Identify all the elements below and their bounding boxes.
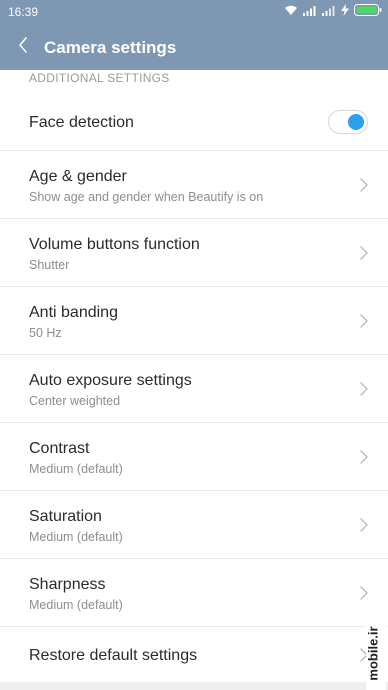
chevron-right-icon: [360, 178, 368, 192]
setting-saturation[interactable]: Saturation Medium (default): [0, 491, 388, 559]
setting-subtitle: 50 Hz: [29, 326, 62, 340]
setting-title: Face detection: [29, 114, 134, 131]
signal-icon: [303, 4, 317, 16]
chevron-right-icon: [360, 518, 368, 532]
setting-subtitle: Shutter: [29, 258, 70, 272]
status-time: 16:39: [8, 5, 39, 19]
setting-restore-defaults[interactable]: Restore default settings: [0, 627, 388, 682]
watermark-text: mobile.ir: [365, 626, 381, 681]
chevron-right-icon: [360, 586, 368, 600]
setting-title: Saturation: [29, 508, 102, 525]
signal-icon-secondary: [322, 4, 336, 16]
setting-subtitle: Medium (default): [29, 462, 123, 476]
setting-volume-buttons[interactable]: Volume buttons function Shutter: [0, 219, 388, 287]
face-detection-toggle[interactable]: [328, 110, 368, 134]
setting-title: Contrast: [29, 440, 90, 457]
charging-icon: [341, 4, 349, 16]
setting-title: Restore default settings: [29, 647, 198, 664]
setting-subtitle: Center weighted: [29, 394, 121, 408]
setting-subtitle: Show age and gender when Beautify is on: [29, 190, 264, 204]
app-bar: Camera settings: [0, 24, 388, 70]
status-bar: 16:39: [0, 0, 388, 24]
setting-contrast[interactable]: Contrast Medium (default): [0, 423, 388, 491]
status-icons: [284, 4, 382, 16]
back-arrow-icon: [18, 36, 28, 58]
chevron-right-icon: [360, 246, 368, 260]
settings-list: ADDITIONAL SETTINGS Face detection Age &…: [0, 70, 388, 682]
page-title: Camera settings: [44, 38, 177, 57]
setting-age-gender[interactable]: Age & gender Show age and gender when Be…: [0, 151, 388, 219]
bottom-divider: [0, 682, 388, 690]
wifi-icon: [284, 4, 298, 16]
setting-auto-exposure[interactable]: Auto exposure settings Center weighted: [0, 355, 388, 423]
battery-icon: [354, 4, 382, 16]
chevron-right-icon: [360, 382, 368, 396]
setting-title: Anti banding: [29, 304, 118, 321]
setting-subtitle: Medium (default): [29, 598, 123, 612]
setting-title: Volume buttons function: [29, 236, 200, 253]
chevron-right-icon: [360, 314, 368, 328]
setting-title: Auto exposure settings: [29, 372, 192, 389]
setting-anti-banding[interactable]: Anti banding 50 Hz: [0, 287, 388, 355]
back-button[interactable]: [12, 34, 34, 60]
setting-face-detection[interactable]: Face detection: [0, 94, 388, 151]
chevron-right-icon: [360, 450, 368, 464]
setting-title: Age & gender: [29, 168, 127, 185]
toggle-knob: [348, 114, 364, 130]
section-header: ADDITIONAL SETTINGS: [29, 71, 170, 85]
setting-sharpness[interactable]: Sharpness Medium (default): [0, 559, 388, 627]
watermark: mobile.ir: [366, 622, 386, 690]
setting-subtitle: Medium (default): [29, 530, 123, 544]
setting-title: Sharpness: [29, 576, 106, 593]
